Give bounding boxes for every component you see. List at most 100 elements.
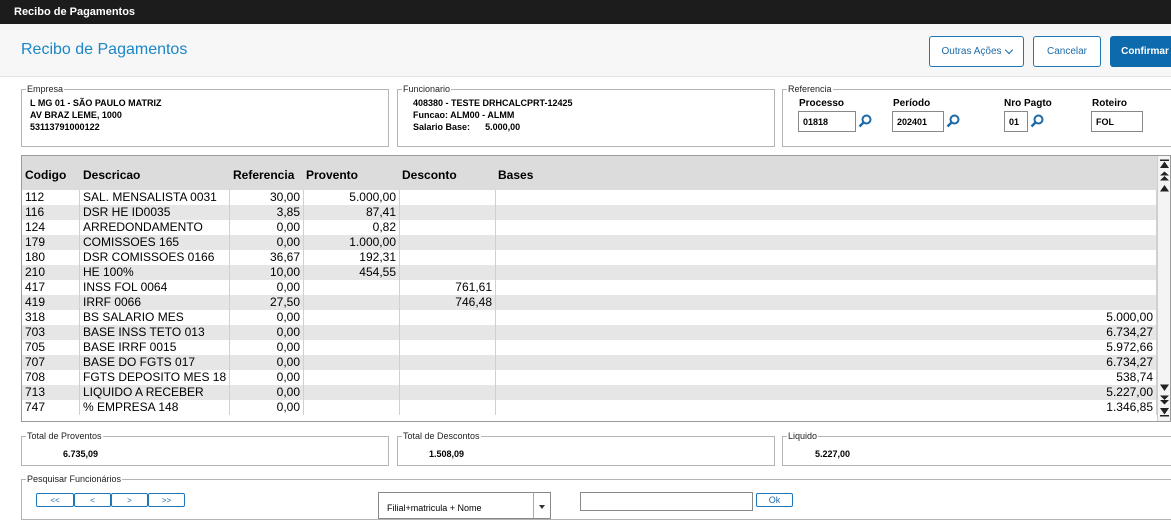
dropdown-arrow-icon[interactable]: [533, 493, 550, 518]
cell-provento: [304, 370, 400, 385]
outras-acoes-button[interactable]: Outras Ações: [929, 36, 1024, 67]
table-row[interactable]: 116 DSR HE ID0035 3,85 87,41: [22, 205, 1157, 220]
payment-grid: Codigo Descricao Referencia Provento Des…: [21, 155, 1171, 422]
table-row[interactable]: 180 DSR COMISSOES 0166 36,67 192,31: [22, 250, 1157, 265]
total-proventos-label: Total de Proventos: [27, 431, 102, 441]
col-codigo[interactable]: Codigo: [25, 168, 66, 182]
col-provento[interactable]: Provento: [306, 168, 358, 182]
cell-codigo: 210: [22, 265, 80, 280]
cell-descricao: SAL. MENSALISTA 0031: [80, 190, 230, 205]
cell-referencia: 0,00: [230, 220, 304, 235]
table-row[interactable]: 713 LIQUIDO A RECEBER 0,00 5.227,00: [22, 385, 1157, 400]
cell-desconto: [400, 310, 496, 325]
empresa-address: AV BRAZ LEME, 1000: [30, 110, 122, 120]
cell-provento: 5.000,00: [304, 190, 400, 205]
scroll-bottom-icon[interactable]: [1159, 407, 1170, 417]
cell-descricao: BASE DO FGTS 017: [80, 355, 230, 370]
prev-page-button[interactable]: <: [74, 493, 111, 507]
cell-codigo: 707: [22, 355, 80, 370]
cell-referencia: 0,00: [230, 355, 304, 370]
cell-desconto: [400, 265, 496, 280]
cell-referencia: 0,00: [230, 280, 304, 295]
cell-desconto: [400, 355, 496, 370]
funcionario-panel: Funcionario 408380 - TESTE DRHCALCPRT-12…: [397, 84, 775, 147]
cell-codigo: 112: [22, 190, 80, 205]
processo-search-icon[interactable]: [858, 114, 872, 128]
table-row[interactable]: 124 ARREDONDAMENTO 0,00 0,82: [22, 220, 1157, 235]
table-row[interactable]: 703 BASE INSS TETO 013 0,00 6.734,27: [22, 325, 1157, 340]
col-descricao[interactable]: Descricao: [83, 168, 140, 182]
scroll-page-up-icon[interactable]: [1159, 171, 1170, 181]
scroll-top-icon[interactable]: [1159, 159, 1170, 169]
empresa-legend: Empresa: [27, 84, 64, 94]
funcionario-id: 408380 - TESTE DRHCALCPRT-12425: [413, 98, 573, 108]
search-input[interactable]: [580, 492, 753, 511]
table-row[interactable]: 705 BASE IRRF 0015 0,00 5.972,66: [22, 340, 1157, 355]
total-descontos-label: Total de Descontos: [403, 431, 480, 441]
outras-acoes-label: Outras Ações: [941, 46, 1002, 57]
cell-desconto: 761,61: [400, 280, 496, 295]
cell-referencia: 0,00: [230, 400, 304, 415]
cell-referencia: 36,67: [230, 250, 304, 265]
total-descontos-value: 1.508,09: [429, 449, 465, 459]
first-page-button[interactable]: <<: [36, 493, 74, 507]
cell-codigo: 419: [22, 295, 80, 310]
table-row[interactable]: 419 IRRF 0066 27,50 746,48: [22, 295, 1157, 310]
cell-bases: 1.346,85: [496, 400, 1157, 415]
cell-bases: 5.972,66: [496, 340, 1157, 355]
cell-bases: 538,74: [496, 370, 1157, 385]
col-bases[interactable]: Bases: [498, 168, 533, 182]
cell-codigo: 179: [22, 235, 80, 250]
grid-scrollbar[interactable]: [1157, 156, 1170, 421]
table-row[interactable]: 112 SAL. MENSALISTA 0031 30,00 5.000,00: [22, 190, 1157, 205]
scroll-down-icon[interactable]: [1159, 383, 1170, 393]
empresa-cnpj: 53113791000122: [30, 122, 100, 132]
table-row[interactable]: 179 COMISSOES 165 0,00 1.000,00: [22, 235, 1157, 250]
cell-descricao: ARREDONDAMENTO: [80, 220, 230, 235]
periodo-field[interactable]: 202401: [892, 111, 944, 132]
cell-bases: [496, 220, 1157, 235]
next-page-button[interactable]: >: [111, 493, 148, 507]
cell-codigo: 703: [22, 325, 80, 340]
table-row[interactable]: 417 INSS FOL 0064 0,00 761,61: [22, 280, 1157, 295]
cell-bases: [496, 265, 1157, 280]
roteiro-field[interactable]: FOL: [1091, 111, 1143, 132]
cell-referencia: 3,85: [230, 205, 304, 220]
cell-descricao: BS SALARIO MES: [80, 310, 230, 325]
table-row[interactable]: 708 FGTS DEPOSITO MES 18 0,00 538,74: [22, 370, 1157, 385]
pesquisar-legend: Pesquisar Funcionários: [27, 474, 122, 484]
table-row[interactable]: 707 BASE DO FGTS 017 0,00 6.734,27: [22, 355, 1157, 370]
cell-codigo: 747: [22, 400, 80, 415]
search-order-select[interactable]: Filial+matricula + Nome: [378, 492, 551, 519]
cell-provento: [304, 400, 400, 415]
cell-bases: 5.000,00: [496, 310, 1157, 325]
cell-referencia: 27,50: [230, 295, 304, 310]
scroll-page-down-icon[interactable]: [1159, 395, 1170, 405]
col-desconto[interactable]: Desconto: [402, 168, 457, 182]
nro-pagto-search-icon[interactable]: [1030, 114, 1044, 128]
last-page-button[interactable]: >>: [148, 493, 185, 507]
col-referencia[interactable]: Referencia: [233, 168, 294, 182]
liquido-label: Liquido: [788, 431, 818, 441]
ok-button[interactable]: Ok: [756, 493, 793, 507]
periodo-label: Período: [893, 98, 931, 109]
nro-pagto-field[interactable]: 01: [1004, 111, 1028, 132]
cell-desconto: [400, 340, 496, 355]
table-row[interactable]: 747% EMPRESA 148 0,00 1.346,85: [22, 400, 1157, 415]
cell-codigo: 318: [22, 310, 80, 325]
cell-bases: [496, 250, 1157, 265]
confirm-button[interactable]: Confirmar: [1110, 36, 1171, 67]
cancel-button[interactable]: Cancelar: [1033, 36, 1101, 67]
processo-field[interactable]: 01818: [798, 111, 856, 132]
cell-bases: [496, 205, 1157, 220]
table-row[interactable]: 210 HE 100% 10,00 454,55: [22, 265, 1157, 280]
scroll-up-icon[interactable]: [1159, 183, 1170, 193]
cell-provento: [304, 310, 400, 325]
cell-codigo: 124: [22, 220, 80, 235]
cell-desconto: [400, 385, 496, 400]
table-row[interactable]: 318 BS SALARIO MES 0,00 5.000,00: [22, 310, 1157, 325]
periodo-search-icon[interactable]: [946, 114, 960, 128]
cell-provento: 454,55: [304, 265, 400, 280]
cell-descricao: DSR HE ID0035: [80, 205, 230, 220]
cell-codigo: 417: [22, 280, 80, 295]
